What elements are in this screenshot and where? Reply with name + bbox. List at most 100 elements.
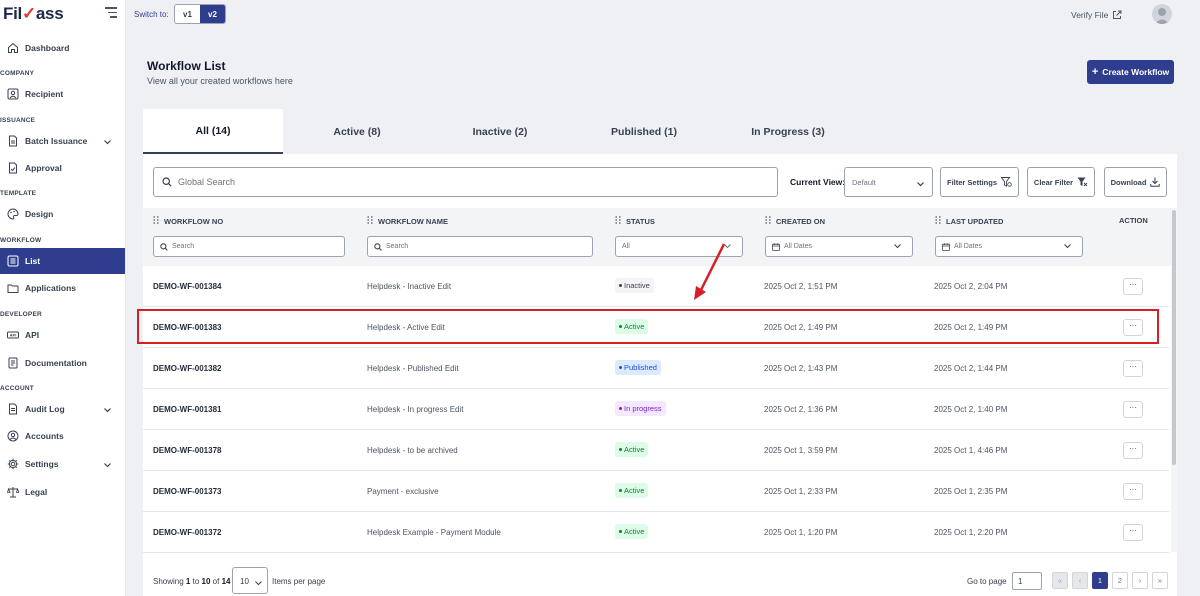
page-2-button[interactable]: 2	[1112, 572, 1128, 589]
download-label: Download	[1110, 177, 1147, 187]
avatar[interactable]	[1152, 4, 1172, 24]
row-actions-button[interactable]: ···	[1123, 442, 1143, 459]
workflow-name-cell: Helpdesk - Inactive Edit	[367, 282, 452, 291]
filter-value: All Dates	[784, 243, 813, 250]
sidebar-item-documentation[interactable]: Documentation	[0, 350, 125, 376]
created-on-cell: 2025 Oct 1, 3:59 PM	[764, 446, 838, 455]
status-dot	[619, 448, 622, 451]
drag-handle-icon[interactable]	[153, 216, 159, 226]
chevron-down-icon	[104, 460, 111, 470]
tab-inactive[interactable]: Inactive (2)	[430, 109, 570, 154]
summary-to: 10	[201, 577, 211, 586]
create-workflow-button[interactable]: + Create Workflow	[1087, 60, 1174, 84]
sidebar: Fil✓ass Dashboard COMPANY Recipient ISSU…	[0, 0, 126, 596]
drag-handle-icon[interactable]	[935, 216, 941, 226]
summary-to-word: to	[192, 577, 200, 586]
sidebar-item-audit-log[interactable]: Audit Log	[0, 396, 125, 422]
status-text: Active	[624, 445, 645, 454]
row-actions-button[interactable]: ···	[1123, 524, 1143, 541]
current-view-select[interactable]: Default	[844, 167, 933, 197]
column-header-last-updated[interactable]: LAST UPDATED	[935, 216, 1003, 226]
sidebar-item-approval[interactable]: Approval	[0, 155, 125, 181]
column-header-workflow-name[interactable]: WORKFLOW NAME	[367, 216, 448, 226]
workflow-no-cell: DEMO-WF-001382	[153, 364, 222, 373]
table-row[interactable]: DEMO-WF-001372 Helpdesk Example - Paymen…	[143, 512, 1169, 553]
row-actions-button[interactable]: ···	[1123, 360, 1143, 377]
row-actions-button[interactable]: ···	[1123, 278, 1143, 295]
workflow-no-cell: DEMO-WF-001378	[153, 446, 222, 455]
sidebar-item-label: List	[25, 256, 41, 266]
table-row[interactable]: DEMO-WF-001373 Payment - exclusive Activ…	[143, 471, 1169, 512]
user-circle-icon	[6, 430, 19, 443]
filpass-logo[interactable]: Fil✓ass	[3, 4, 64, 24]
create-workflow-label: Create Workflow	[1102, 67, 1170, 77]
table-row[interactable]: DEMO-WF-001384 Helpdesk - Inactive Edit …	[143, 266, 1169, 307]
page-edge	[1190, 0, 1200, 596]
sidebar-item-recipient[interactable]: Recipient	[0, 81, 125, 107]
sidebar-item-settings[interactable]: Settings	[0, 451, 125, 477]
sidebar-item-dashboard[interactable]: Dashboard	[0, 35, 125, 61]
calendar-icon	[772, 242, 780, 251]
verify-file-link[interactable]: Verify File	[1071, 10, 1122, 20]
audit-doc-icon	[6, 403, 19, 416]
column-header-action: ACTION	[1119, 216, 1148, 225]
table-row[interactable]: DEMO-WF-001381 Helpdesk - In progress Ed…	[143, 389, 1169, 430]
filter-settings-button[interactable]: Filter Settings	[940, 167, 1019, 197]
version-v1-button[interactable]: v1	[175, 5, 200, 23]
sidebar-item-accounts[interactable]: Accounts	[0, 423, 125, 449]
approval-doc-icon	[6, 162, 19, 175]
current-view-value: Default	[852, 178, 876, 187]
sidebar-item-batch-issuance[interactable]: Batch Issuance	[0, 128, 125, 154]
download-button[interactable]: Download	[1104, 167, 1167, 197]
column-header-status[interactable]: STATUS	[615, 216, 655, 226]
sidebar-item-label: Recipient	[25, 89, 64, 99]
created-on-filter-select[interactable]: All Dates	[765, 236, 913, 257]
sidebar-item-legal[interactable]: Legal	[0, 479, 125, 505]
tab-all[interactable]: All (14)	[143, 109, 283, 154]
column-header-workflow-no[interactable]: WORKFLOW NO	[153, 216, 223, 226]
items-per-page-select[interactable]: 10	[232, 567, 268, 594]
clear-filter-button[interactable]: Clear Filter	[1027, 167, 1095, 197]
workflow-no-cell: DEMO-WF-001381	[153, 405, 222, 414]
menu-collapse-icon[interactable]	[105, 7, 117, 21]
table-row[interactable]: DEMO-WF-001378 Helpdesk - to be archived…	[143, 430, 1169, 471]
next-page-button[interactable]: ›	[1132, 572, 1148, 589]
filter-settings-label: Filter Settings	[946, 177, 997, 187]
tab-active[interactable]: Active (8)	[287, 109, 427, 154]
drag-handle-icon[interactable]	[367, 216, 373, 226]
tab-in-progress[interactable]: In Progress (3)	[718, 109, 858, 154]
drag-handle-icon[interactable]	[765, 216, 771, 226]
sidebar-item-list[interactable]: List	[0, 248, 125, 274]
table-scrollbar-thumb[interactable]	[1172, 210, 1176, 465]
user-card-icon	[6, 88, 19, 101]
sidebar-item-api[interactable]: API API	[0, 322, 125, 348]
column-label: WORKFLOW NO	[164, 216, 224, 226]
summary-from: 1	[185, 577, 191, 586]
search-icon	[374, 242, 382, 251]
sidebar-item-applications[interactable]: Applications	[0, 275, 125, 301]
global-search-input[interactable]: Global Search	[153, 167, 778, 197]
workflow-name-cell: Helpdesk Example - Payment Module	[367, 528, 501, 537]
workflow-no-filter-input[interactable]: Search	[153, 236, 345, 257]
chevron-down-icon	[1064, 244, 1075, 251]
tab-published[interactable]: Published (1)	[574, 109, 714, 154]
sidebar-item-label: Design	[25, 209, 54, 219]
last-page-button[interactable]: »	[1152, 572, 1168, 589]
row-actions-button[interactable]: ···	[1123, 483, 1143, 500]
sidebar-item-design[interactable]: Design	[0, 201, 125, 227]
table-row[interactable]: DEMO-WF-001382 Helpdesk - Published Edit…	[143, 348, 1169, 389]
workflow-name-cell: Helpdesk - In progress Edit	[367, 405, 464, 414]
drag-handle-icon[interactable]	[615, 216, 621, 226]
row-actions-button[interactable]: ···	[1123, 401, 1143, 418]
workflow-name-filter-input[interactable]: Search	[367, 236, 593, 257]
column-header-created-on[interactable]: CREATED ON	[765, 216, 825, 226]
clear-filter-label: Clear Filter	[1033, 177, 1074, 187]
version-v2-button[interactable]: v2	[200, 5, 225, 23]
page-1-button[interactable]: 1	[1092, 572, 1108, 589]
first-page-button[interactable]: «	[1052, 572, 1068, 589]
last-updated-filter-select[interactable]: All Dates	[935, 236, 1083, 257]
status-badge: Active	[615, 483, 649, 498]
topbar: Switch to: v1 v2 Verify File	[126, 0, 1200, 30]
go-to-page-input[interactable]: 1	[1012, 572, 1042, 590]
prev-page-button[interactable]: ‹	[1072, 572, 1088, 589]
